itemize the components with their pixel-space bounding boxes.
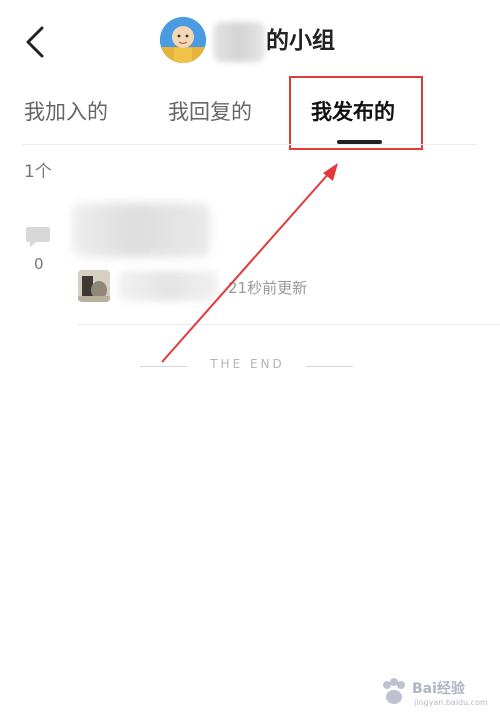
watermark: Bai经验 jingyan.baidu.com	[372, 672, 490, 714]
list-item[interactable]: 0 21秒前更新	[0, 195, 500, 325]
update-timestamp: 21秒前更新	[228, 279, 308, 297]
watermark-subtext: jingyan.baidu.com	[414, 698, 488, 707]
paw-logo-icon	[383, 678, 405, 704]
divider	[22, 144, 477, 145]
annotation-highlight-box	[289, 76, 423, 150]
header: 的小组	[0, 0, 500, 85]
group-avatar[interactable]	[160, 17, 206, 63]
avatar-image	[160, 17, 206, 63]
divider	[77, 324, 500, 325]
blurred-username	[213, 22, 265, 62]
end-text: THE END	[210, 357, 285, 371]
author-avatar	[78, 270, 110, 302]
back-button[interactable]	[18, 22, 52, 62]
end-line-right	[306, 366, 353, 367]
author-avatar-image	[78, 270, 110, 302]
watermark-text: Bai经验	[412, 681, 465, 697]
blurred-post-title	[72, 203, 210, 257]
list-end-marker: THE END	[0, 355, 500, 379]
comment-bubble-icon	[26, 227, 50, 247]
tab-replied[interactable]: 我回复的	[168, 97, 252, 127]
end-line-left	[140, 366, 187, 367]
tab-bar: 我加入的 我回复的 我发布的	[0, 85, 500, 145]
chevron-left-icon	[26, 26, 44, 58]
blurred-author-name	[118, 271, 218, 301]
post-count: 1个	[24, 162, 52, 182]
comment-count: 0	[34, 255, 44, 273]
tab-joined[interactable]: 我加入的	[24, 97, 108, 127]
page-title: 的小组	[266, 28, 335, 54]
